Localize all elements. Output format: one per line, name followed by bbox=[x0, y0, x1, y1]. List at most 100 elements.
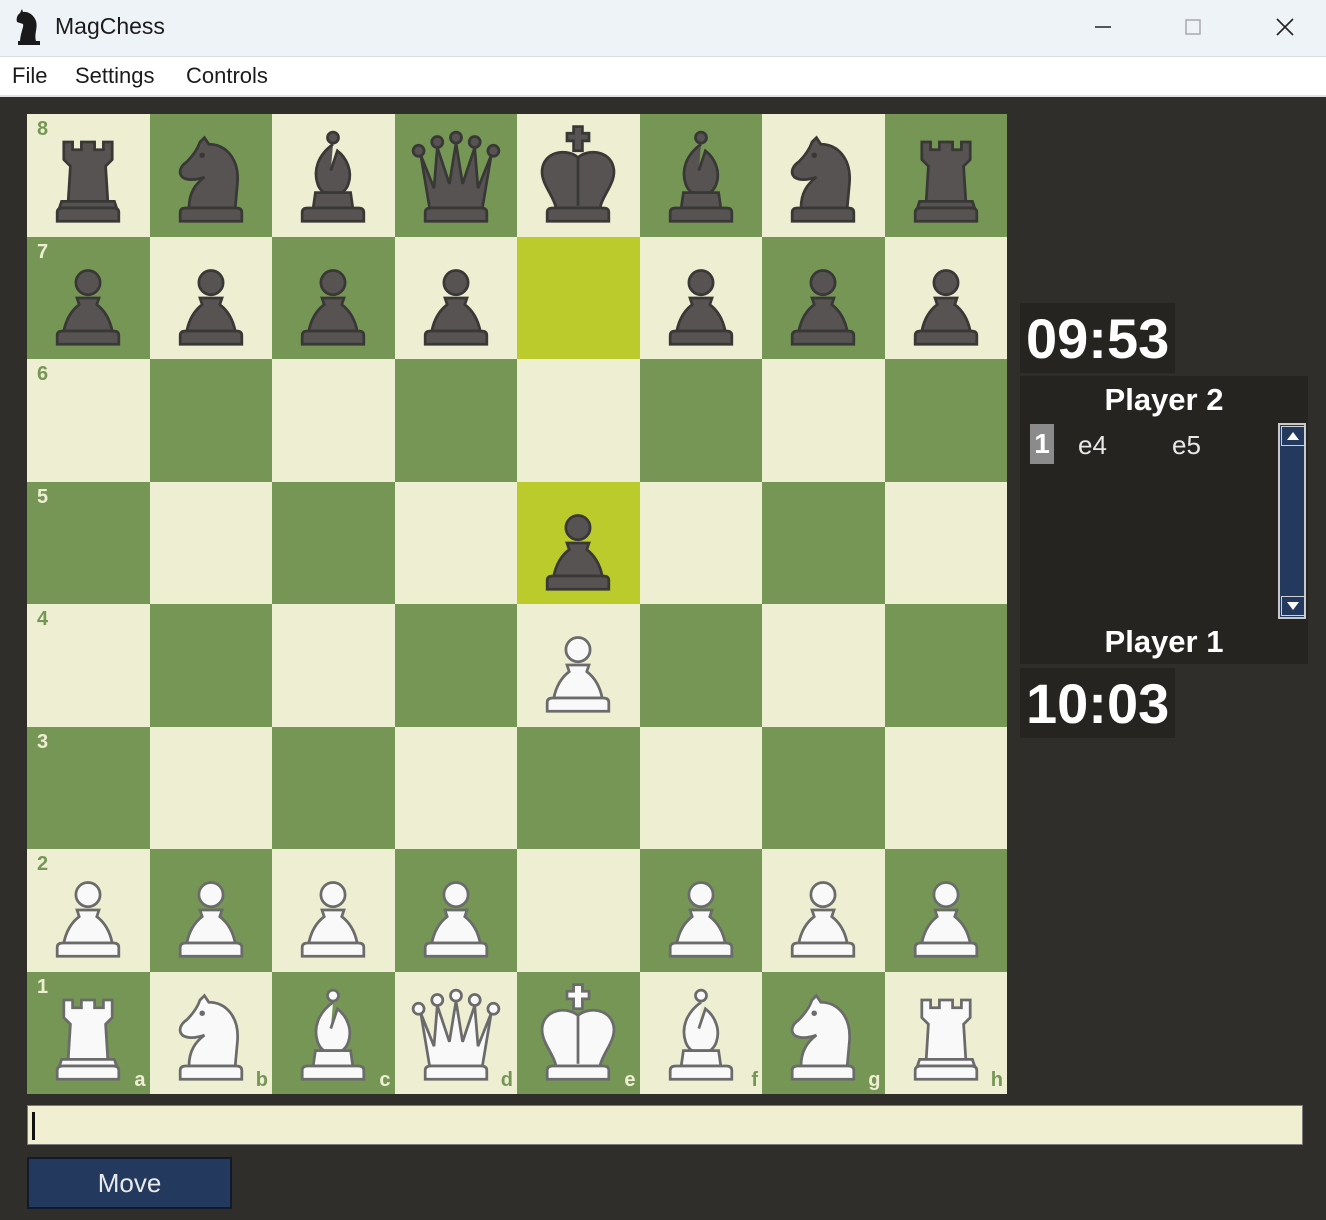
square-d5[interactable] bbox=[394, 481, 517, 604]
square-e3[interactable] bbox=[517, 726, 640, 849]
square-e4[interactable] bbox=[517, 604, 640, 727]
square-g6[interactable] bbox=[762, 359, 885, 482]
square-c1[interactable]: c bbox=[272, 971, 395, 1094]
black-pawn-icon[interactable] bbox=[401, 243, 511, 353]
square-f6[interactable] bbox=[639, 359, 762, 482]
white-pawn-icon[interactable] bbox=[891, 855, 1001, 965]
white-bishop-icon[interactable] bbox=[646, 978, 756, 1088]
square-a4[interactable]: 4 bbox=[27, 604, 150, 727]
square-a1[interactable]: 1a bbox=[27, 971, 150, 1094]
square-h4[interactable] bbox=[884, 604, 1007, 727]
black-rook-icon[interactable] bbox=[891, 120, 1001, 230]
menu-settings[interactable]: Settings bbox=[75, 63, 155, 89]
white-knight-icon[interactable] bbox=[156, 978, 266, 1088]
black-pawn-icon[interactable] bbox=[156, 243, 266, 353]
black-pawn-icon[interactable] bbox=[891, 243, 1001, 353]
white-king-icon[interactable] bbox=[523, 978, 633, 1088]
square-b5[interactable] bbox=[149, 481, 272, 604]
square-b8[interactable] bbox=[149, 114, 272, 237]
square-c6[interactable] bbox=[272, 359, 395, 482]
square-a2[interactable]: 2 bbox=[27, 849, 150, 972]
square-h5[interactable] bbox=[884, 481, 1007, 604]
square-c4[interactable] bbox=[272, 604, 395, 727]
black-knight-icon[interactable] bbox=[156, 120, 266, 230]
square-e6[interactable] bbox=[517, 359, 640, 482]
square-e2[interactable] bbox=[517, 849, 640, 972]
move-black[interactable]: e5 bbox=[1172, 430, 1201, 461]
square-f2[interactable] bbox=[639, 849, 762, 972]
square-d1[interactable]: d bbox=[394, 971, 517, 1094]
close-button[interactable] bbox=[1260, 8, 1310, 46]
square-b4[interactable] bbox=[149, 604, 272, 727]
square-f3[interactable] bbox=[639, 726, 762, 849]
scroll-down-button[interactable] bbox=[1281, 596, 1305, 616]
square-h6[interactable] bbox=[884, 359, 1007, 482]
white-pawn-icon[interactable] bbox=[646, 855, 756, 965]
square-h3[interactable] bbox=[884, 726, 1007, 849]
square-d4[interactable] bbox=[394, 604, 517, 727]
square-a6[interactable]: 6 bbox=[27, 359, 150, 482]
white-pawn-icon[interactable] bbox=[401, 855, 511, 965]
square-c7[interactable] bbox=[272, 236, 395, 359]
square-d3[interactable] bbox=[394, 726, 517, 849]
square-d8[interactable] bbox=[394, 114, 517, 237]
square-b7[interactable] bbox=[149, 236, 272, 359]
square-a7[interactable]: 7 bbox=[27, 236, 150, 359]
square-h8[interactable] bbox=[884, 114, 1007, 237]
white-pawn-icon[interactable] bbox=[33, 855, 143, 965]
square-b2[interactable] bbox=[149, 849, 272, 972]
white-knight-icon[interactable] bbox=[768, 978, 878, 1088]
square-a3[interactable]: 3 bbox=[27, 726, 150, 849]
square-f4[interactable] bbox=[639, 604, 762, 727]
white-pawn-icon[interactable] bbox=[156, 855, 266, 965]
square-g4[interactable] bbox=[762, 604, 885, 727]
white-queen-icon[interactable] bbox=[401, 978, 511, 1088]
move-input[interactable] bbox=[27, 1105, 1303, 1145]
square-e1[interactable]: e bbox=[517, 971, 640, 1094]
white-pawn-icon[interactable] bbox=[768, 855, 878, 965]
square-c8[interactable] bbox=[272, 114, 395, 237]
black-pawn-icon[interactable] bbox=[278, 243, 388, 353]
square-b1[interactable]: b bbox=[149, 971, 272, 1094]
square-f5[interactable] bbox=[639, 481, 762, 604]
square-d7[interactable] bbox=[394, 236, 517, 359]
square-h7[interactable] bbox=[884, 236, 1007, 359]
square-c2[interactable] bbox=[272, 849, 395, 972]
white-rook-icon[interactable] bbox=[891, 978, 1001, 1088]
square-g1[interactable]: g bbox=[762, 971, 885, 1094]
square-h1[interactable]: h bbox=[884, 971, 1007, 1094]
black-pawn-icon[interactable] bbox=[33, 243, 143, 353]
square-g5[interactable] bbox=[762, 481, 885, 604]
square-d2[interactable] bbox=[394, 849, 517, 972]
scroll-up-button[interactable] bbox=[1281, 426, 1305, 446]
menu-file[interactable]: File bbox=[12, 63, 47, 89]
black-pawn-icon[interactable] bbox=[768, 243, 878, 353]
square-b6[interactable] bbox=[149, 359, 272, 482]
black-queen-icon[interactable] bbox=[401, 120, 511, 230]
black-bishop-icon[interactable] bbox=[646, 120, 756, 230]
square-g3[interactable] bbox=[762, 726, 885, 849]
minimize-button[interactable] bbox=[1078, 8, 1128, 46]
black-rook-icon[interactable] bbox=[33, 120, 143, 230]
maximize-button[interactable] bbox=[1168, 8, 1218, 46]
black-pawn-icon[interactable] bbox=[523, 488, 633, 598]
move-list-scrollbar[interactable] bbox=[1278, 423, 1306, 619]
square-e8[interactable] bbox=[517, 114, 640, 237]
square-d6[interactable] bbox=[394, 359, 517, 482]
square-c3[interactable] bbox=[272, 726, 395, 849]
black-bishop-icon[interactable] bbox=[278, 120, 388, 230]
square-a5[interactable]: 5 bbox=[27, 481, 150, 604]
square-a8[interactable]: 8 bbox=[27, 114, 150, 237]
square-g2[interactable] bbox=[762, 849, 885, 972]
white-bishop-icon[interactable] bbox=[278, 978, 388, 1088]
white-pawn-icon[interactable] bbox=[523, 610, 633, 720]
white-rook-icon[interactable] bbox=[33, 978, 143, 1088]
square-f8[interactable] bbox=[639, 114, 762, 237]
square-g7[interactable] bbox=[762, 236, 885, 359]
square-e5[interactable] bbox=[517, 481, 640, 604]
square-h2[interactable] bbox=[884, 849, 1007, 972]
square-f7[interactable] bbox=[639, 236, 762, 359]
square-b3[interactable] bbox=[149, 726, 272, 849]
square-f1[interactable]: f bbox=[639, 971, 762, 1094]
black-pawn-icon[interactable] bbox=[646, 243, 756, 353]
